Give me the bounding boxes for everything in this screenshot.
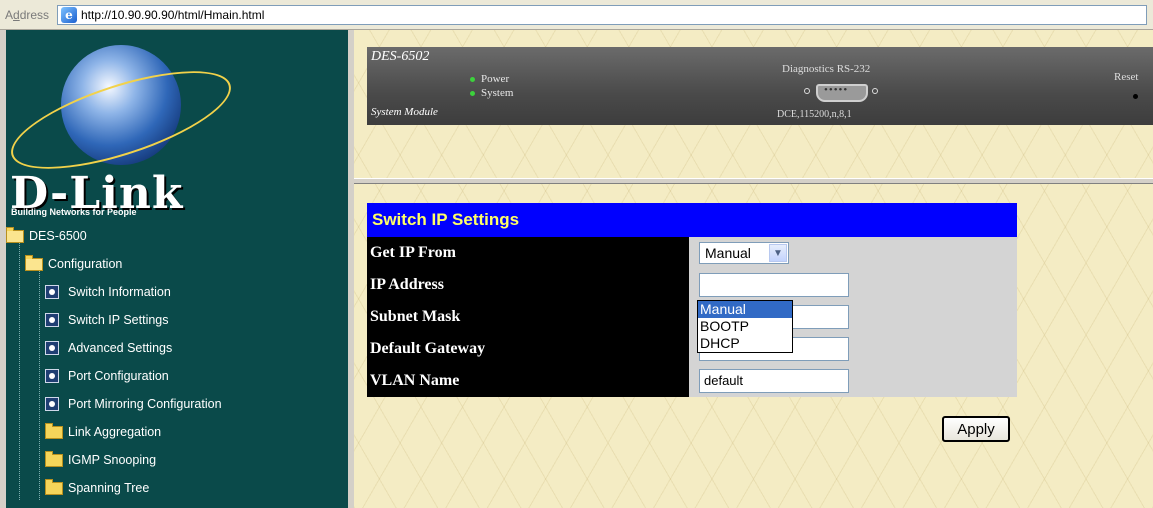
folder-icon [45, 422, 63, 439]
tree-item-label: DES-6500 [29, 229, 87, 243]
navigation-frame: D-Link Building Networks for People DES-… [0, 30, 348, 508]
get-ip-row: Get IP From Manual ▼ [367, 237, 1017, 269]
address-label: Address [5, 7, 50, 22]
power-led-icon [470, 76, 475, 82]
module-subtitle: System Module [371, 106, 438, 118]
ip-address-cell [689, 269, 1017, 301]
tree-item-port-configuration[interactable]: Port Configuration [45, 366, 169, 386]
vlan-name-row: VLAN Name default [367, 365, 1017, 397]
dropdown-option-bootp[interactable]: BOOTP [698, 318, 792, 335]
get-ip-select[interactable]: Manual ▼ [699, 242, 789, 264]
default-gateway-row: Default Gateway 0.0.0.0 [367, 333, 1017, 365]
tree-item-label: Advanced Settings [68, 341, 173, 355]
tree-item-link-aggregation[interactable]: Link Aggregation [45, 422, 161, 442]
tree-item-label: Port Mirroring Configuration [68, 397, 222, 411]
tree-item-label: Switch Information [68, 285, 171, 299]
device-module-panel: DES-6502 Power System System Module Diag… [367, 47, 1153, 125]
tree-connector [19, 242, 20, 500]
power-label: Power [481, 73, 510, 85]
tree-item-label: Configuration [48, 257, 123, 271]
page-icon [45, 285, 59, 299]
vlan-name-label: VLAN Name [367, 365, 689, 397]
subnet-mask-label: Subnet Mask [367, 301, 689, 333]
frame-splitter[interactable] [354, 178, 1153, 184]
system-indicator: System [470, 87, 513, 99]
content-frame: DES-6502 Power System System Module Diag… [348, 30, 1153, 508]
tree-item-configuration[interactable]: Configuration [25, 254, 122, 274]
dropdown-option-dhcp[interactable]: DHCP [698, 335, 792, 352]
tree-item-advanced-settings[interactable]: Advanced Settings [45, 338, 172, 358]
folder-icon [45, 478, 63, 495]
serial-port-icon [816, 84, 868, 102]
apply-button[interactable]: Apply [942, 416, 1010, 442]
dropdown-option-manual[interactable]: Manual [698, 301, 792, 318]
vlan-name-input[interactable]: default [699, 369, 849, 393]
screw-icon [872, 88, 878, 94]
tree-item-igmp-snooping[interactable]: IGMP Snooping [45, 450, 156, 470]
vlan-name-cell: default [689, 365, 1017, 397]
get-ip-cell: Manual ▼ [689, 237, 1017, 269]
tree-item-label: IGMP Snooping [68, 453, 157, 467]
internet-explorer-icon: e [61, 6, 77, 23]
reset-button[interactable] [1133, 94, 1138, 99]
tree-item-label: Port Configuration [68, 369, 169, 383]
address-bar: Address e http://10.90.90.90/html/Hmain.… [0, 0, 1153, 30]
address-url: http://10.90.90.90/html/Hmain.html [81, 7, 265, 22]
chevron-down-icon[interactable]: ▼ [769, 244, 787, 262]
ip-address-row: IP Address [367, 269, 1017, 301]
tree-item-port-mirroring[interactable]: Port Mirroring Configuration [45, 394, 222, 414]
page-icon [45, 369, 59, 383]
brand-tagline: Building Networks for People [11, 207, 137, 217]
switch-ip-settings-panel: Switch IP Settings Get IP From Manual ▼ … [367, 203, 1017, 397]
get-ip-label: Get IP From [367, 237, 689, 269]
power-indicator: Power [470, 73, 509, 85]
folder-open-icon [25, 254, 43, 271]
system-label: System [481, 87, 514, 99]
dlink-logo: D-Link Building Networks for People [0, 30, 346, 230]
address-input[interactable]: e http://10.90.90.90/html/Hmain.html [57, 4, 1147, 25]
page-icon [45, 397, 59, 411]
ip-address-label: IP Address [367, 269, 689, 301]
page-icon [45, 313, 59, 327]
system-led-icon [470, 90, 475, 96]
tree-item-label: Spanning Tree [68, 481, 150, 495]
diagnostics-label: Diagnostics RS-232 [782, 63, 871, 75]
tree-item-label: Switch IP Settings [68, 313, 169, 327]
tree-item-label: Link Aggregation [68, 425, 162, 439]
tree-item-switch-information[interactable]: Switch Information [45, 282, 171, 302]
page-icon [45, 341, 59, 355]
screw-icon [804, 88, 810, 94]
page-title: Switch IP Settings [367, 203, 1017, 237]
get-ip-dropdown-list: Manual BOOTP DHCP [697, 300, 793, 353]
diagnostics-settings: DCE,115200,n,8,1 [777, 109, 852, 120]
reset-label: Reset [1114, 71, 1139, 83]
tree-item-spanning-tree[interactable]: Spanning Tree [45, 478, 149, 498]
ip-address-input[interactable] [699, 273, 849, 297]
subnet-mask-row: Subnet Mask [367, 301, 1017, 333]
tree-connector [39, 270, 40, 500]
folder-icon [45, 450, 63, 467]
tree-item-switch-ip-settings[interactable]: Switch IP Settings [45, 310, 169, 330]
folder-open-icon [6, 226, 24, 243]
tree-item-des-6500[interactable]: DES-6500 [6, 226, 87, 246]
default-gateway-label: Default Gateway [367, 333, 689, 365]
get-ip-selected-value: Manual [705, 245, 751, 261]
module-model: DES-6502 [371, 49, 430, 64]
